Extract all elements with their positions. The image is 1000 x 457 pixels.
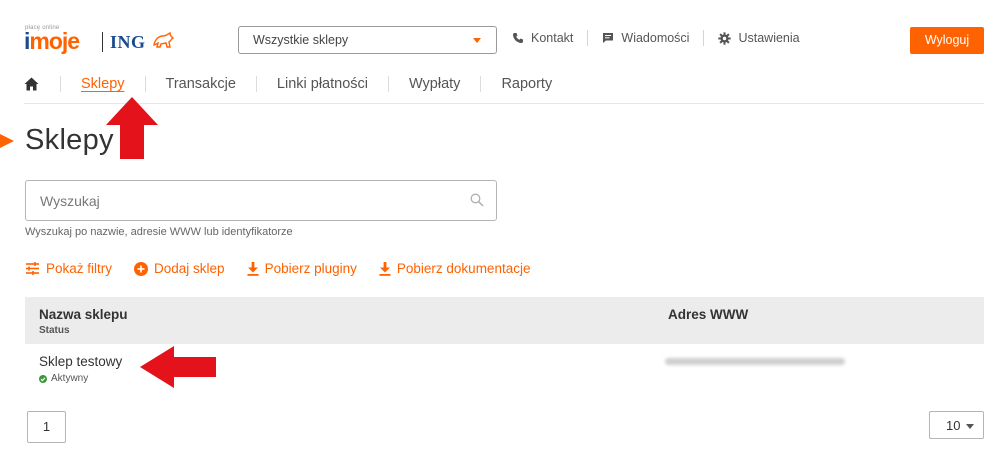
settings-link[interactable]: Ustawienia	[718, 31, 800, 45]
gear-icon	[718, 31, 732, 45]
divider	[587, 30, 589, 46]
logo-separator	[102, 32, 103, 52]
column-header-www[interactable]: Adres WWW	[668, 307, 748, 322]
nav-divider	[60, 76, 61, 92]
title-pointer-icon	[0, 134, 14, 148]
search-box	[25, 180, 497, 221]
settings-label: Ustawienia	[738, 31, 800, 45]
action-bar: Pokaż filtry Dodaj sklep Pobierz pluginy…	[25, 261, 552, 276]
nav-divider	[144, 76, 146, 92]
ing-lion-icon	[153, 31, 174, 48]
pagination-page-button[interactable]: 1	[27, 411, 66, 443]
add-shop-label: Dodaj sklep	[154, 261, 225, 276]
shops-table-header: Nazwa sklepu Status Adres WWW	[25, 297, 984, 344]
show-filters-label: Pokaż filtry	[46, 261, 113, 276]
chevron-down-icon	[473, 38, 481, 43]
show-filters-button[interactable]: Pokaż filtry	[25, 261, 112, 276]
contact-link[interactable]: Kontakt	[512, 31, 573, 45]
add-shop-button[interactable]: Dodaj sklep	[134, 261, 225, 276]
shop-select[interactable]: Wszystkie sklepy	[238, 26, 497, 54]
download-plugins-label: Pobierz pluginy	[264, 261, 357, 276]
logout-button[interactable]: Wyloguj	[910, 27, 984, 54]
shop-select-value: Wszystkie sklepy	[253, 33, 349, 47]
per-page-select[interactable]: 10	[929, 411, 984, 439]
check-circle-icon	[39, 374, 47, 383]
page-title: Sklepy	[25, 124, 114, 156]
search-hint: Wyszukaj po nazwie, adresie WWW lub iden…	[25, 226, 293, 238]
status-label: Aktywny	[51, 373, 89, 384]
column-header-name[interactable]: Nazwa sklepu	[39, 307, 128, 322]
imoje-ing-logo[interactable]: płacę online imoje ING	[24, 24, 174, 54]
search-input[interactable]	[26, 181, 446, 220]
home-nav-item[interactable]	[24, 76, 40, 92]
annotation-arrow-up-icon	[106, 97, 158, 159]
download-icon	[379, 261, 391, 276]
contact-label: Kontakt	[531, 31, 574, 45]
filter-icon	[26, 262, 39, 275]
logo-ing: ING	[110, 32, 146, 52]
nav-item-transakcje[interactable]: Transakcje	[166, 76, 236, 92]
logo-imoje: imoje	[24, 28, 80, 54]
shop-name[interactable]: Sklep testowy	[39, 354, 122, 369]
download-icon	[247, 261, 259, 276]
home-icon	[24, 77, 39, 91]
nav-divider	[388, 76, 389, 92]
nav-item-sklepy[interactable]: Sklepy	[81, 76, 125, 92]
search-icon[interactable]	[470, 193, 484, 207]
messages-link[interactable]: Wiadomości	[602, 31, 689, 45]
phone-icon	[513, 33, 523, 43]
status-badge: Aktywny	[39, 373, 88, 384]
nav-divider	[480, 76, 482, 92]
download-docs-label: Pobierz dokumentacje	[396, 261, 531, 276]
nav-separator	[24, 103, 984, 104]
nav-item-raporty[interactable]: Raporty	[501, 76, 552, 92]
download-plugins-button[interactable]: Pobierz pluginy	[247, 261, 357, 276]
download-docs-button[interactable]: Pobierz dokumentacje	[379, 261, 531, 276]
divider	[703, 30, 705, 46]
nav-item-linki-platnosci[interactable]: Linki płatności	[277, 76, 368, 92]
annotation-arrow-left-icon	[140, 346, 216, 388]
message-icon	[603, 33, 614, 43]
plus-circle-icon	[134, 261, 149, 276]
top-links: Kontakt Wiadomości Ustawienia	[512, 30, 800, 46]
main-nav: Sklepy Transakcje Linki płatności Wypłat…	[24, 72, 552, 96]
nav-item-wyplaty[interactable]: Wypłaty	[409, 76, 460, 92]
chevron-down-icon	[966, 424, 974, 429]
shop-www-blurred	[665, 358, 845, 365]
nav-divider	[255, 76, 257, 92]
per-page-value: 10	[946, 418, 961, 433]
messages-label: Wiadomości	[621, 31, 690, 45]
column-header-status[interactable]: Status	[39, 325, 70, 336]
